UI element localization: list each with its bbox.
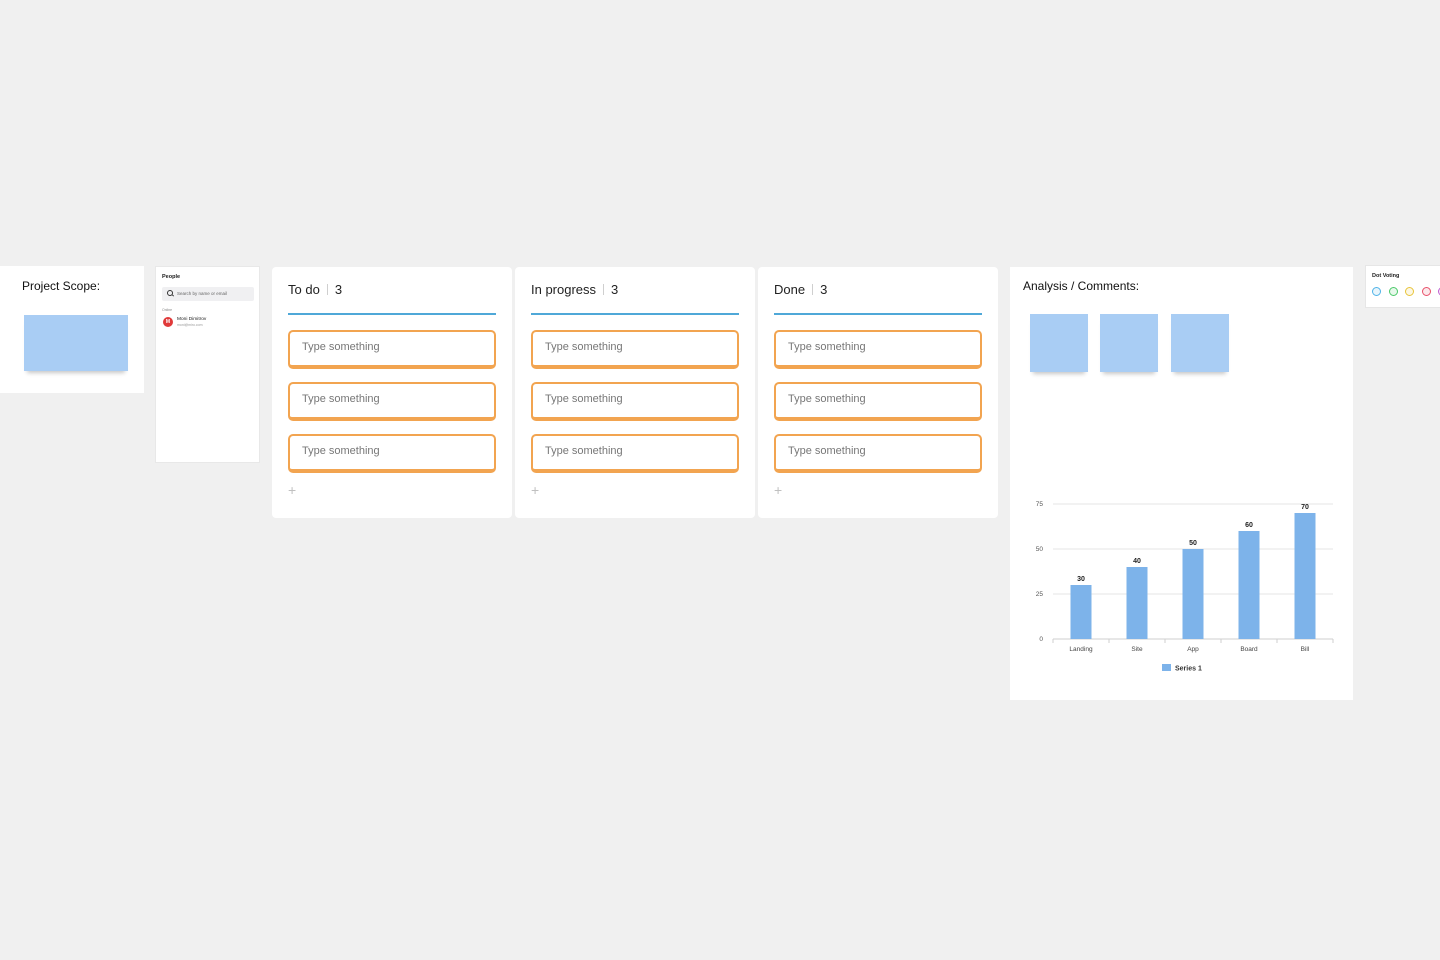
project-scope-title: Project Scope: xyxy=(22,279,101,293)
add-card-button[interactable]: + xyxy=(288,483,296,497)
bar xyxy=(1294,513,1316,639)
add-card-button[interactable]: + xyxy=(774,483,782,497)
bar xyxy=(1126,567,1148,639)
bar-chart: 0 25 50 75 30 Landing 40 Site 50 App 60 Board 70 Bill… xyxy=(1036,501,1334,673)
data-label: 50 xyxy=(1189,540,1197,547)
dot-voting-title: Dot Voting xyxy=(1372,273,1400,279)
search-icon xyxy=(167,290,173,296)
kanban-column-in-progress: In progress 3 Type something Type somethi… xyxy=(515,267,755,518)
column-header: Done 3 xyxy=(774,282,827,297)
card-text: Type something xyxy=(788,393,866,405)
card-text: Type something xyxy=(302,393,380,405)
card-text: Type something xyxy=(545,341,623,353)
card-text: Type something xyxy=(302,341,380,353)
y-tick-label: 75 xyxy=(1036,501,1044,508)
people-search-input[interactable]: Search by name or email xyxy=(162,287,254,301)
kanban-column-done: Done 3 Type something Type something Type… xyxy=(758,267,998,518)
x-tick-label: Board xyxy=(1240,646,1258,653)
bar xyxy=(1070,585,1092,639)
x-tick-label: Bill xyxy=(1301,646,1310,653)
avatar[interactable]: M xyxy=(163,317,173,327)
kanban-card[interactable]: Type something xyxy=(288,330,496,369)
user-email: moni@miro.com xyxy=(177,323,203,327)
blue-vote-dot[interactable] xyxy=(1372,287,1381,296)
kanban-card[interactable]: Type something xyxy=(774,434,982,473)
column-underline xyxy=(531,313,739,315)
analysis-sticky-note[interactable] xyxy=(1030,314,1088,372)
column-underline xyxy=(774,313,982,315)
card-text: Type something xyxy=(545,393,623,405)
project-scope-frame[interactable]: Project Scope: xyxy=(0,266,144,393)
card-text: Type something xyxy=(788,445,866,457)
analysis-sticky-note[interactable] xyxy=(1171,314,1229,372)
x-tick-label: App xyxy=(1187,646,1199,653)
card-text: Type something xyxy=(545,445,623,457)
analysis-sticky-note[interactable] xyxy=(1100,314,1158,372)
column-count: 3 xyxy=(820,282,828,297)
y-tick-label: 50 xyxy=(1036,546,1044,553)
kanban-card[interactable]: Type something xyxy=(288,434,496,473)
green-vote-dot[interactable] xyxy=(1388,287,1398,296)
bar xyxy=(1238,531,1260,639)
column-underline xyxy=(288,313,496,315)
divider xyxy=(603,284,605,295)
kanban-card[interactable]: Type something xyxy=(531,382,739,421)
search-placeholder: Search by name or email xyxy=(177,291,228,296)
y-tick-label: 0 xyxy=(1039,636,1043,643)
column-header: In progress 3 xyxy=(531,282,618,297)
user-name[interactable]: Moni Dimitrov xyxy=(177,317,206,322)
column-name: Done xyxy=(774,282,806,297)
kanban-column-todo: To do 3 Type something Type something Typ… xyxy=(272,267,512,518)
divider xyxy=(326,284,328,295)
analysis-title: Analysis / Comments: xyxy=(1023,279,1140,293)
data-label: 40 xyxy=(1133,558,1141,565)
legend-label: Series 1 xyxy=(1175,666,1202,673)
kanban-card[interactable]: Type something xyxy=(288,382,496,421)
analysis-frame[interactable]: Analysis / Comments: 0 25 50 75 30 Landing 40 S… xyxy=(1010,267,1353,700)
yellow-vote-dot[interactable] xyxy=(1405,287,1414,296)
data-label: 30 xyxy=(1077,576,1085,583)
people-panel: People Search by name or email Online M … xyxy=(156,267,259,462)
column-count: 3 xyxy=(334,282,343,297)
kanban-card[interactable]: Type something xyxy=(531,330,739,369)
legend-swatch xyxy=(1162,664,1171,671)
people-title: People xyxy=(162,274,181,280)
column-count: 3 xyxy=(611,282,619,297)
kanban-card[interactable]: Type something xyxy=(531,434,739,473)
column-name: To do xyxy=(288,282,320,297)
project-scope-sticky-note[interactable] xyxy=(24,315,128,371)
kanban-card[interactable]: Type something xyxy=(774,382,982,421)
data-label: 70 xyxy=(1301,504,1309,511)
y-tick-label: 25 xyxy=(1036,591,1044,598)
online-label: Online xyxy=(162,308,173,312)
add-card-button[interactable]: + xyxy=(531,483,539,497)
dot-voting-panel: Dot Voting xyxy=(1366,266,1440,307)
divider xyxy=(812,284,814,295)
x-tick-label: Landing xyxy=(1069,646,1093,653)
card-text: Type something xyxy=(302,445,380,457)
column-header: To do 3 xyxy=(288,282,342,297)
data-label: 60 xyxy=(1245,522,1253,529)
column-name: In progress xyxy=(531,282,597,297)
bar xyxy=(1182,549,1204,639)
kanban-card[interactable]: Type something xyxy=(774,330,982,369)
red-vote-dot[interactable] xyxy=(1421,287,1431,296)
x-tick-label: Site xyxy=(1131,646,1143,653)
card-text: Type something xyxy=(788,341,866,353)
